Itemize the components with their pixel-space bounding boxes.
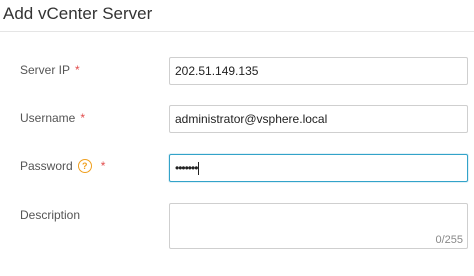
required-mark: * — [75, 63, 80, 77]
required-mark: * — [80, 111, 86, 125]
username-value: administrator@vsphere.local — [175, 112, 328, 126]
password-masked-value: ••••••• — [175, 161, 198, 175]
username-input[interactable]: administrator@vsphere.local — [169, 105, 468, 133]
description-label-row: Description — [20, 208, 80, 222]
password-label: Password — [20, 159, 73, 173]
text-caret — [198, 162, 200, 176]
description-textarea[interactable]: 0/255 — [169, 203, 468, 249]
description-char-count: 0/255 — [435, 234, 463, 246]
username-label-row: Username * — [20, 111, 85, 125]
password-label-row: Password ? * — [20, 159, 105, 173]
server-ip-value: 202.51.149.135 — [175, 64, 259, 78]
required-mark: * — [100, 159, 106, 173]
add-vcenter-dialog: Add vCenter Server Server IP * 202.51.14… — [0, 0, 474, 276]
description-label: Description — [20, 208, 81, 222]
dialog-title: Add vCenter Server — [3, 4, 153, 23]
username-label: Username — [20, 111, 76, 125]
question-circle-icon[interactable]: ? — [77, 159, 92, 173]
server-ip-label: Server IP — [20, 63, 71, 77]
title-divider — [0, 31, 474, 32]
server-ip-input[interactable]: 202.51.149.135 — [169, 57, 468, 85]
server-ip-label-row: Server IP * — [20, 63, 80, 77]
password-input[interactable]: ••••••• — [169, 154, 468, 182]
